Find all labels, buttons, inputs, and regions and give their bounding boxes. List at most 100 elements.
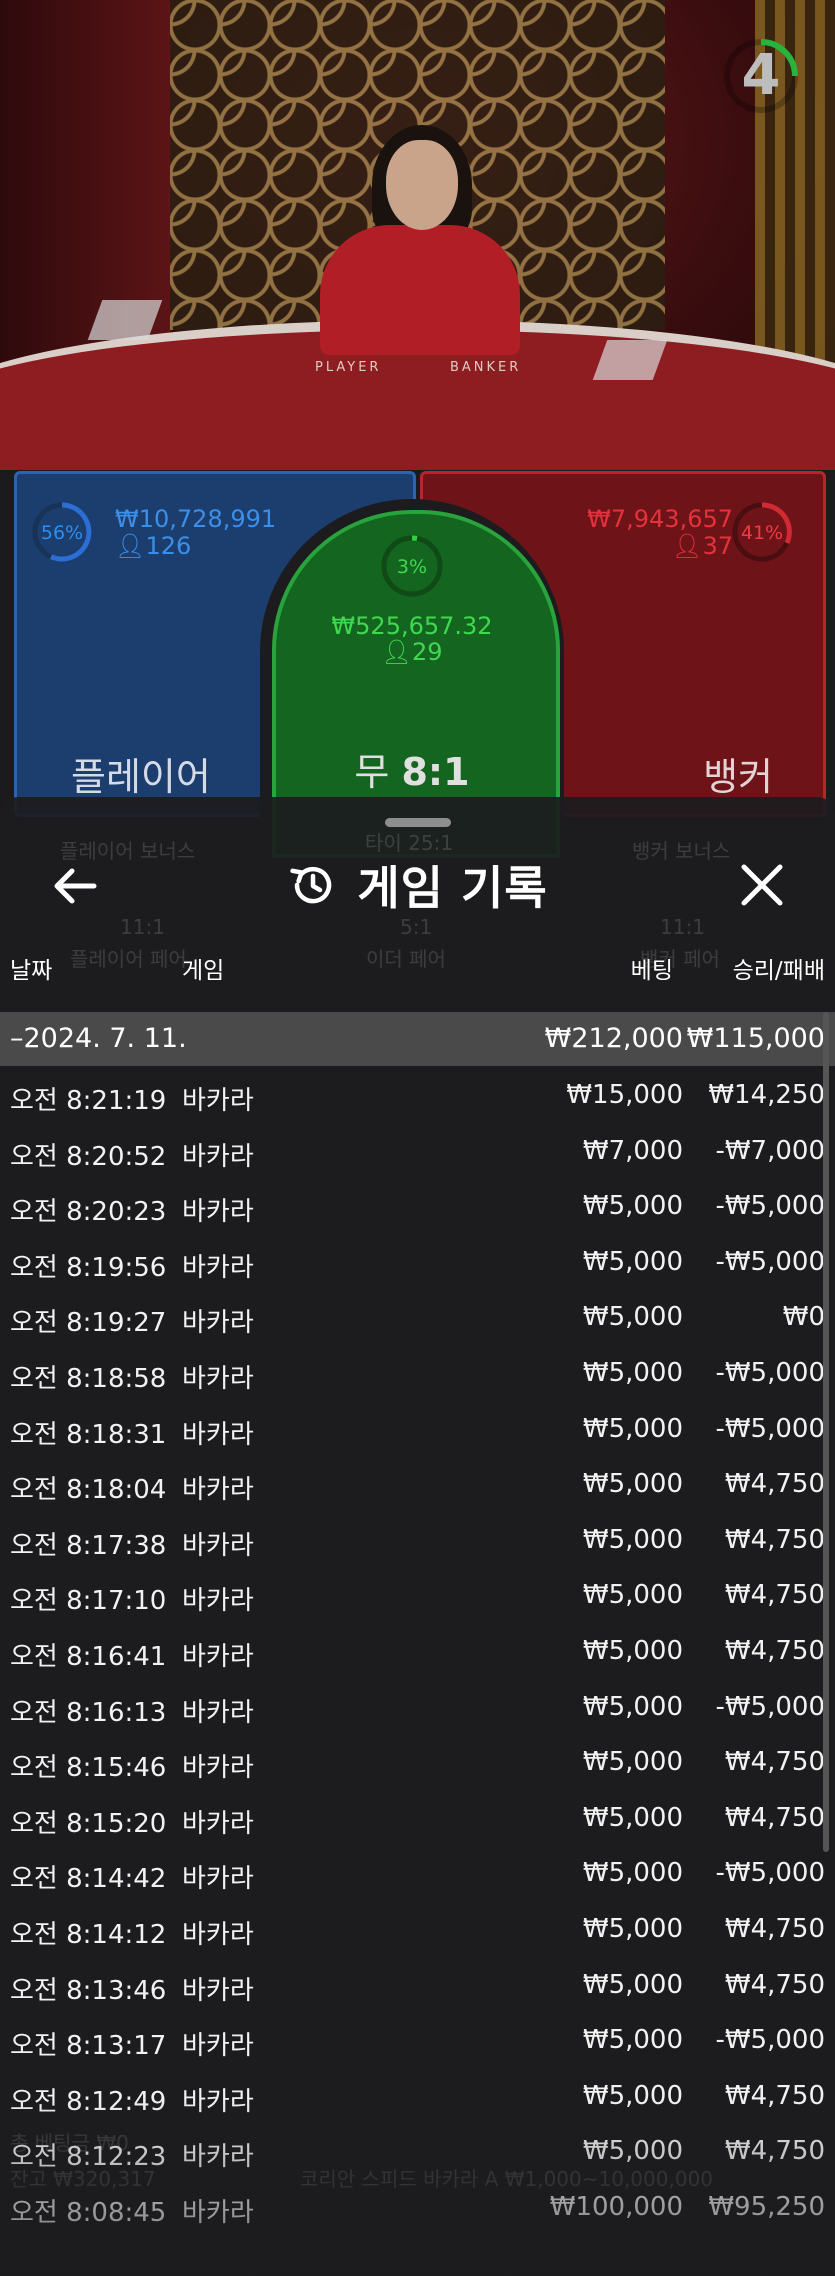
row-game: 바카라 bbox=[182, 1475, 254, 1506]
drag-handle[interactable] bbox=[385, 818, 451, 827]
banker-percent: 41% bbox=[740, 522, 784, 544]
row-game: 바카라 bbox=[182, 1308, 254, 1339]
row-time: 오전 8:18:31 bbox=[10, 1419, 167, 1450]
row-result: -₩5,000 bbox=[715, 1858, 825, 1889]
row-game: 바카라 bbox=[182, 1864, 254, 1895]
row-bet: ₩5,000 bbox=[582, 1635, 683, 1666]
row-time: 오전 8:20:23 bbox=[10, 1197, 167, 1228]
row-game: 바카라 bbox=[182, 1086, 254, 1116]
row-time: 오전 8:20:52 bbox=[10, 1141, 167, 1172]
row-game: 바카라 bbox=[182, 2197, 254, 2228]
tie-count: 👤︎29 bbox=[381, 638, 443, 666]
player-label: 플레이어 bbox=[71, 755, 211, 799]
column-headers: 날짜 게임 베팅 승리/패배 bbox=[0, 945, 835, 985]
row-result: ₩4,750 bbox=[724, 1747, 825, 1778]
history-row[interactable]: 오전 8:08:45 바카라 ₩100,000 ₩95,250 bbox=[0, 2179, 835, 2235]
row-bet: ₩5,000 bbox=[582, 1357, 683, 1388]
history-row[interactable]: 오전 8:16:13 바카라 ₩5,000 -₩5,000 bbox=[0, 1679, 835, 1735]
row-result: -₩5,000 bbox=[715, 1191, 825, 1222]
row-result: -₩5,000 bbox=[715, 1691, 825, 1722]
history-row[interactable]: 오전 8:13:46 바카라 ₩5,000 ₩4,750 bbox=[0, 1957, 835, 2013]
person-icon: 👤︎ bbox=[381, 638, 412, 666]
row-time: 오전 8:19:27 bbox=[10, 1308, 167, 1339]
history-row[interactable]: 오전 8:19:27 바카라 ₩5,000 ₩0 bbox=[0, 1289, 835, 1345]
summary-bet: ₩212,000 bbox=[544, 1023, 683, 1054]
row-result: ₩4,750 bbox=[724, 1580, 825, 1611]
row-game: 바카라 bbox=[182, 2086, 254, 2117]
row-bet: ₩5,000 bbox=[582, 1246, 683, 1277]
history-row[interactable]: 오전 8:18:04 바카라 ₩5,000 ₩4,750 bbox=[0, 1456, 835, 1512]
row-result: ₩14,250 bbox=[708, 1080, 825, 1110]
date-summary-row[interactable]: –2024. 7. 11. ₩212,000 ₩115,000 bbox=[0, 1012, 835, 1066]
dealer bbox=[320, 225, 520, 355]
history-row[interactable]: 오전 8:17:10 바카라 ₩5,000 ₩4,750 bbox=[0, 1567, 835, 1623]
history-row[interactable]: 오전 8:20:23 바카라 ₩5,000 -₩5,000 bbox=[0, 1178, 835, 1234]
row-bet: ₩5,000 bbox=[582, 1413, 683, 1444]
row-result: -₩7,000 bbox=[715, 1135, 825, 1166]
column-date: 날짜 bbox=[10, 958, 53, 984]
history-row[interactable]: 오전 8:18:31 바카라 ₩5,000 -₩5,000 bbox=[0, 1401, 835, 1457]
history-row[interactable]: 오전 8:16:41 바카라 ₩5,000 ₩4,750 bbox=[0, 1623, 835, 1679]
row-bet: ₩15,000 bbox=[566, 1080, 683, 1110]
history-row[interactable]: 오전 8:12:23 바카라 ₩5,000 ₩4,750 bbox=[0, 2123, 835, 2179]
history-icon bbox=[290, 866, 332, 904]
row-bet: ₩100,000 bbox=[549, 2191, 683, 2222]
timer-value: 4 bbox=[741, 43, 781, 108]
history-row[interactable]: 오전 8:12:49 바카라 ₩5,000 ₩4,750 bbox=[0, 2068, 835, 2124]
row-bet: ₩5,000 bbox=[582, 1691, 683, 1722]
tie-amount: ₩525,657.32 bbox=[331, 612, 493, 640]
back-arrow-icon[interactable] bbox=[50, 861, 100, 911]
row-result: ₩4,750 bbox=[724, 2080, 825, 2111]
row-time: 오전 8:18:04 bbox=[10, 1475, 167, 1506]
column-game: 게임 bbox=[182, 958, 225, 984]
row-bet: ₩5,000 bbox=[582, 2025, 683, 2056]
history-row[interactable]: 오전 8:18:58 바카라 ₩5,000 -₩5,000 bbox=[0, 1345, 835, 1401]
history-list: 오전 8:21:19 바카라 ₩15,000 ₩14,250 오전 8:20:52 바카라… bbox=[0, 1067, 835, 2234]
column-bet: 베팅 bbox=[630, 958, 673, 984]
row-result: ₩4,750 bbox=[724, 1524, 825, 1555]
player-count: 👤︎126 bbox=[115, 532, 192, 560]
history-row[interactable]: 오전 8:20:52 바카라 ₩7,000 -₩7,000 bbox=[0, 1123, 835, 1179]
history-row[interactable]: 오전 8:14:12 바카라 ₩5,000 ₩4,750 bbox=[0, 1901, 835, 1957]
row-game: 바카라 bbox=[182, 1975, 254, 2006]
history-row[interactable]: 오전 8:15:20 바카라 ₩5,000 ₩4,750 bbox=[0, 1790, 835, 1846]
row-result: ₩4,750 bbox=[724, 1802, 825, 1833]
row-result: -₩5,000 bbox=[715, 2025, 825, 2056]
scrollbar[interactable] bbox=[823, 1012, 829, 1852]
tie-percent: 3% bbox=[396, 556, 428, 578]
history-row[interactable]: 오전 8:14:42 바카라 ₩5,000 -₩5,000 bbox=[0, 1845, 835, 1901]
banker-amount: ₩7,943,657 bbox=[587, 505, 733, 533]
row-result: ₩0 bbox=[782, 1302, 825, 1333]
close-icon[interactable] bbox=[736, 859, 788, 911]
row-result: ₩95,250 bbox=[708, 2191, 825, 2222]
tie-label: 무 8:1 bbox=[354, 750, 470, 794]
table-label-player: PLAYER bbox=[315, 360, 382, 375]
table-label-banker: BANKER bbox=[450, 360, 522, 375]
history-row[interactable]: 오전 8:21:19 바카라 ₩15,000 ₩14,250 bbox=[0, 1067, 835, 1123]
history-row[interactable]: 오전 8:13:17 바카라 ₩5,000 -₩5,000 bbox=[0, 2012, 835, 2068]
row-time: 오전 8:12:23 bbox=[10, 2142, 167, 2173]
history-row[interactable]: 오전 8:19:56 바카라 ₩5,000 -₩5,000 bbox=[0, 1234, 835, 1290]
row-time: 오전 8:16:41 bbox=[10, 1641, 167, 1672]
row-bet: ₩5,000 bbox=[582, 1802, 683, 1833]
row-time: 오전 8:08:45 bbox=[10, 2197, 167, 2228]
row-time: 오전 8:17:38 bbox=[10, 1530, 167, 1561]
row-result: ₩4,750 bbox=[724, 1635, 825, 1666]
row-bet: ₩5,000 bbox=[582, 1858, 683, 1889]
panel-header: 게임 기록 bbox=[0, 847, 835, 923]
row-time: 오전 8:15:20 bbox=[10, 1808, 167, 1839]
row-bet: ₩5,000 bbox=[582, 1969, 683, 2000]
person-icon: 👤︎ bbox=[671, 532, 703, 560]
history-row[interactable]: 오전 8:17:38 바카라 ₩5,000 ₩4,750 bbox=[0, 1512, 835, 1568]
row-game: 바카라 bbox=[182, 1197, 254, 1228]
row-game: 바카라 bbox=[182, 1808, 254, 1839]
row-result: ₩4,750 bbox=[724, 1913, 825, 1944]
row-game: 바카라 bbox=[182, 1419, 254, 1450]
row-bet: ₩5,000 bbox=[582, 1302, 683, 1333]
row-time: 오전 8:13:17 bbox=[10, 2031, 167, 2062]
row-time: 오전 8:15:46 bbox=[10, 1753, 167, 1784]
history-row[interactable]: 오전 8:15:46 바카라 ₩5,000 ₩4,750 bbox=[0, 1734, 835, 1790]
row-time: 오전 8:21:19 bbox=[10, 1086, 167, 1116]
live-video: PLAYER BANKER 4 bbox=[0, 0, 835, 470]
row-game: 바카라 bbox=[182, 1641, 254, 1672]
